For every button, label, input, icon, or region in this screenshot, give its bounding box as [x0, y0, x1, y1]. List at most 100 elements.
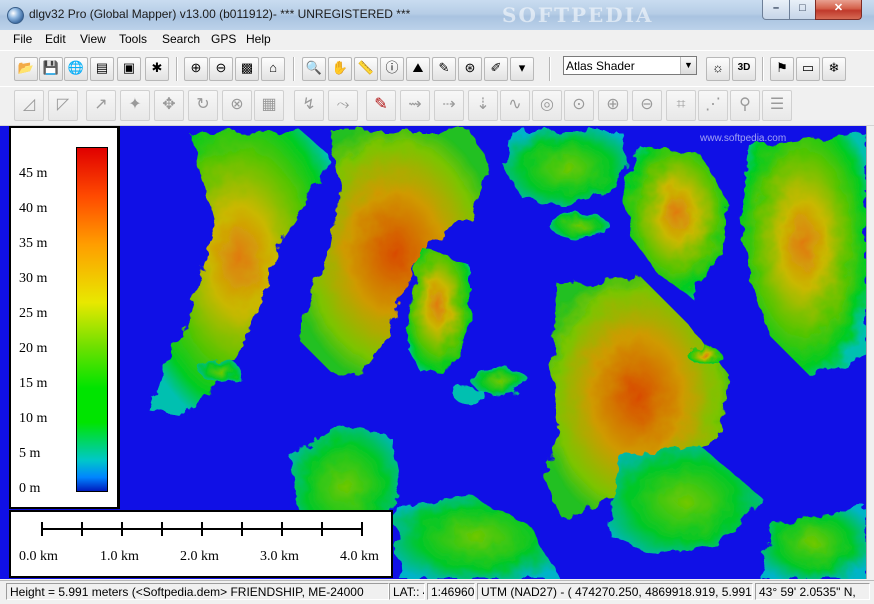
- smooth-line-icon[interactable]: ∿: [500, 90, 530, 121]
- intersect-icon[interactable]: ⊙: [564, 90, 594, 121]
- grid-icon[interactable]: ▦: [254, 90, 284, 121]
- status-height: Height = 5.991 meters (<Softpedia.dem> F…: [6, 583, 389, 600]
- simplify-icon[interactable]: ⋰: [698, 90, 728, 121]
- main-toolbar: 📂 💾 🌐 ▤ ▣ ✱ ⊕ ⊖ ▩ ⌂ 🔍 ✋ 📏 ⓘ ⛰ ✎ ⊛ ✐ ▾ At…: [0, 50, 874, 87]
- minimize-button[interactable]: –: [762, 0, 790, 20]
- combine-icon[interactable]: ⊗: [222, 90, 252, 121]
- attributes-icon[interactable]: ☰: [762, 90, 792, 121]
- application-window: dlgv32 Pro (Global Mapper) v13.00 (b0119…: [0, 0, 874, 604]
- info-tool-icon[interactable]: ⓘ: [380, 57, 404, 81]
- menu-bar: File Edit View Tools Search GPS Help: [0, 30, 874, 49]
- find-icon[interactable]: ⚲: [730, 90, 760, 121]
- create-line-icon[interactable]: ↗: [86, 90, 116, 121]
- toolbar-separator: [549, 57, 551, 81]
- scale-tick: [121, 522, 123, 536]
- scale-label: 0.0 km: [19, 549, 58, 564]
- menu-edit[interactable]: Edit: [45, 32, 66, 46]
- zoom-out-icon[interactable]: ⊖: [209, 57, 233, 81]
- edit-tool-icon[interactable]: ◿: [14, 90, 44, 121]
- toolbar-separator: [176, 57, 178, 81]
- legend-label: 0 m: [19, 481, 41, 496]
- rotate-feature-icon[interactable]: ↻: [188, 90, 218, 121]
- globe-icon[interactable]: 🌐: [64, 57, 88, 81]
- digitizer-toolbar: ◿ ◸ ↗ ✦ ✥ ↻ ⊗ ▦ ↯ ⤳ ✎ ⇝ ⇢ ⇣ ∿ ◎ ⊙ ⊕ ⊖ ⌗ …: [0, 86, 874, 126]
- legend-label: 15 m: [19, 376, 48, 391]
- menu-gps[interactable]: GPS: [211, 32, 236, 46]
- scale-label: 4.0 km: [340, 549, 379, 564]
- 3d-view-icon[interactable]: 3D: [732, 57, 756, 81]
- map-frame-edge: [866, 126, 874, 579]
- legend-color-ramp: [76, 147, 108, 492]
- monitor-icon[interactable]: ▭: [796, 57, 820, 81]
- scale-tick: [41, 522, 43, 536]
- legend-label: 10 m: [19, 411, 48, 426]
- title-bar[interactable]: dlgv32 Pro (Global Mapper) v13.00 (b0119…: [0, 0, 874, 31]
- app-globe-icon[interactable]: [7, 7, 24, 24]
- move-vertex-icon[interactable]: ⇝: [400, 90, 430, 121]
- union-icon[interactable]: ⊕: [598, 90, 628, 121]
- zoom-in-icon[interactable]: ⊕: [184, 57, 208, 81]
- legend-label: 45 m: [19, 166, 48, 181]
- scale-bar: 0.0 km 1.0 km 2.0 km 3.0 km 4.0 km: [9, 510, 393, 578]
- scale-label: 2.0 km: [180, 549, 219, 564]
- status-lat: LAT:: 43 52: [389, 583, 425, 600]
- snowflake-icon[interactable]: ❄: [822, 57, 846, 81]
- split-line-icon[interactable]: ↯: [294, 90, 324, 121]
- close-button[interactable]: ✕: [815, 0, 862, 20]
- menu-file[interactable]: File: [13, 32, 32, 46]
- difference-icon[interactable]: ⊖: [632, 90, 662, 121]
- config-icon[interactable]: ✱: [145, 57, 169, 81]
- legend-label: 30 m: [19, 271, 48, 286]
- pan-tool-icon[interactable]: ✋: [328, 57, 352, 81]
- create-area-icon[interactable]: ◸: [48, 90, 78, 121]
- home-icon[interactable]: ⌂: [261, 57, 285, 81]
- menu-help[interactable]: Help: [246, 32, 271, 46]
- raster-edit-icon[interactable]: ✐: [484, 57, 508, 81]
- zoom-full-icon[interactable]: ▩: [235, 57, 259, 81]
- scale-tick: [161, 522, 163, 536]
- menu-view[interactable]: View: [80, 32, 106, 46]
- toolbar-separator: [762, 57, 764, 81]
- toolbar-separator: [293, 57, 295, 81]
- scale-tick: [321, 522, 323, 536]
- elevation-legend: 45 m 40 m 35 m 30 m 25 m 20 m 15 m 10 m …: [9, 126, 120, 509]
- menu-search[interactable]: Search: [162, 32, 200, 46]
- status-bar: Height = 5.991 meters (<Softpedia.dem> F…: [0, 580, 874, 604]
- legend-label: 35 m: [19, 236, 48, 251]
- legend-label: 20 m: [19, 341, 48, 356]
- crop-icon[interactable]: ⌗: [666, 90, 696, 121]
- path-profile-icon[interactable]: ⛰: [406, 57, 430, 81]
- buffer-icon[interactable]: ◎: [532, 90, 562, 121]
- gps-person-icon[interactable]: ⚑: [770, 57, 794, 81]
- menu-tools[interactable]: Tools: [119, 32, 147, 46]
- status-latlon: 43° 59' 2.0535" N,: [755, 583, 870, 600]
- view-shed-icon[interactable]: ⊛: [458, 57, 482, 81]
- map-view[interactable]: www.softpedia.com 45 m 40 m 35 m 30 m 25…: [0, 126, 874, 579]
- maximize-button[interactable]: □: [789, 0, 816, 20]
- legend-label: 5 m: [19, 446, 41, 461]
- join-line-icon[interactable]: ⤳: [328, 90, 358, 121]
- digitizer-icon[interactable]: ✎: [432, 57, 456, 81]
- export-icon[interactable]: ▣: [117, 57, 141, 81]
- scale-tick: [281, 522, 283, 536]
- legend-label: 25 m: [19, 306, 48, 321]
- layers-icon[interactable]: ▤: [90, 57, 114, 81]
- chevron-down-icon[interactable]: ▼: [680, 57, 696, 74]
- terrain-map[interactable]: www.softpedia.com 45 m 40 m 35 m 30 m 25…: [0, 126, 866, 579]
- insert-vertex-icon[interactable]: ⇢: [434, 90, 464, 121]
- map-watermark: www.softpedia.com: [700, 133, 787, 144]
- move-feature-icon[interactable]: ✥: [154, 90, 184, 121]
- status-scale: 1:46960: [427, 583, 475, 600]
- softpedia-watermark: SOFTPEDIA: [502, 3, 654, 27]
- measure-tool-icon[interactable]: 📏: [354, 57, 378, 81]
- open-icon[interactable]: 📂: [14, 57, 38, 81]
- shader-dropdown[interactable]: Atlas Shader ▼: [563, 56, 697, 75]
- scale-tick: [81, 522, 83, 536]
- create-point-icon[interactable]: ✦: [120, 90, 150, 121]
- draw-feature-icon[interactable]: ✎: [366, 90, 396, 121]
- delete-vertex-icon[interactable]: ⇣: [468, 90, 498, 121]
- scale-tick: [361, 522, 363, 536]
- shader-settings-icon[interactable]: ☼: [706, 57, 730, 81]
- save-icon[interactable]: 💾: [39, 57, 63, 81]
- zoom-tool-icon[interactable]: 🔍: [302, 57, 326, 81]
